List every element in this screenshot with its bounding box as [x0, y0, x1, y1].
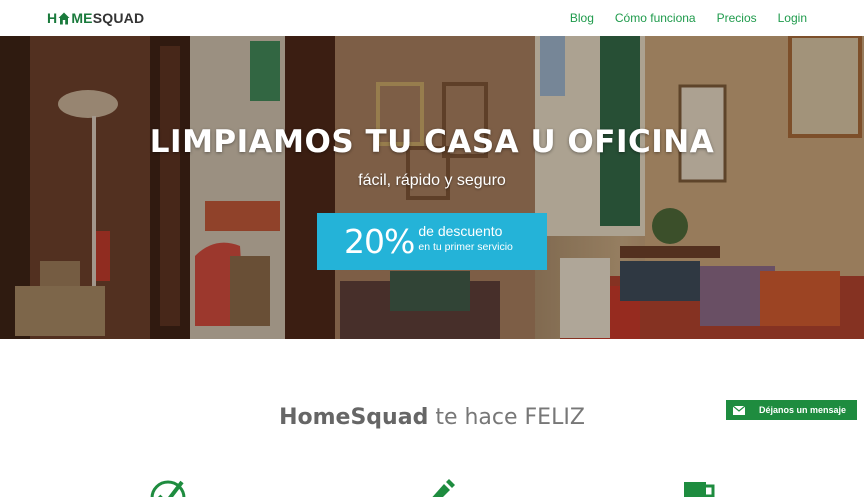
promo-line-2: en tu primer servicio	[418, 240, 513, 253]
check-circle-icon	[150, 480, 186, 497]
nav-login-link[interactable]: Login	[778, 11, 807, 25]
section-title-brand: HomeSquad	[279, 405, 429, 430]
hero-subtitle: fácil, rápido y seguro	[358, 172, 506, 189]
top-navbar: H ME SQUAD Blog Cómo funciona Precios Lo…	[0, 0, 864, 36]
mug-icon	[684, 482, 715, 497]
promo-text: de descuento en tu primer servicio	[418, 222, 513, 254]
brand-logo-squad: SQUAD	[92, 10, 145, 26]
hero-title: LIMPIAMOS TU CASA U OFICINA	[149, 124, 715, 160]
nav-precios-link[interactable]: Precios	[717, 11, 757, 25]
brand-logo-me: ME	[71, 10, 93, 26]
mail-icon	[733, 405, 745, 415]
pencil-icon	[432, 479, 455, 497]
feedback-label: Déjanos un mensaje	[759, 405, 847, 415]
brand-logo-h: H	[47, 10, 58, 26]
hero-banner: LIMPIAMOS TU CASA U OFICINA fácil, rápid…	[0, 36, 864, 339]
promo-percent: 20%	[344, 222, 415, 261]
nav-links: Blog Cómo funciona Precios Login	[549, 11, 807, 25]
brand-logo[interactable]: H ME SQUAD	[47, 10, 144, 26]
discount-promo-button[interactable]: 20% de descuento en tu primer servicio	[317, 213, 547, 270]
nav-como-funciona-link[interactable]: Cómo funciona	[615, 11, 696, 25]
promo-line-1: de descuento	[418, 222, 503, 239]
section-title-rest: te hace FELIZ	[428, 405, 585, 430]
feedback-message-button[interactable]: Déjanos un mensaje	[726, 400, 857, 420]
house-icon	[58, 12, 70, 24]
nav-blog-link[interactable]: Blog	[570, 11, 594, 25]
